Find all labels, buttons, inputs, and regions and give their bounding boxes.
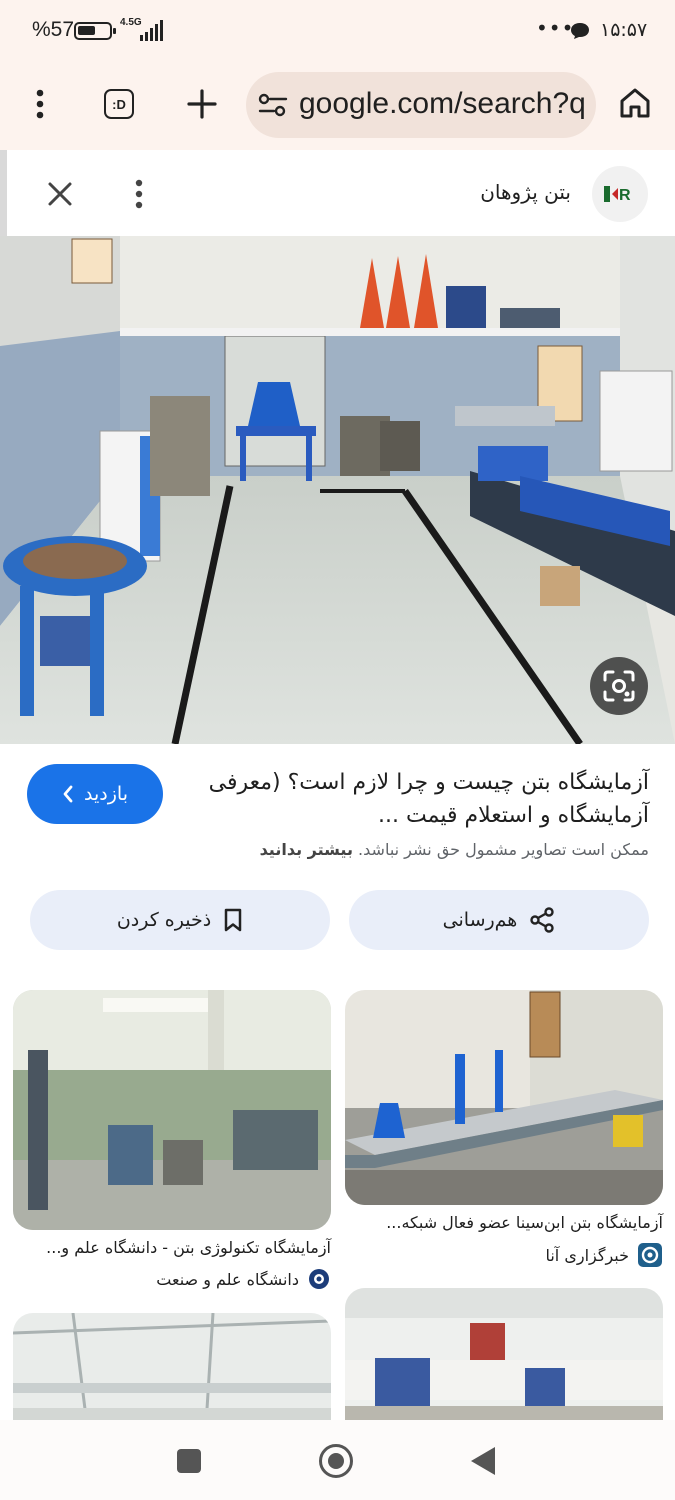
system-nav-bar: [0, 1420, 675, 1500]
chevron-left-icon: [63, 785, 73, 803]
clock: ۱۵:۵۷: [600, 19, 648, 41]
share-icon: [530, 907, 555, 933]
image-result-panel: بتن پژوهان R آزمایشگاه بتن چیست و چرا لا…: [0, 150, 675, 1420]
related-title[interactable]: آزمایشگاه بتن ابن‌سینا عضو فعال شبکه...: [386, 1213, 663, 1232]
battery-icon: [74, 22, 116, 40]
related-image[interactable]: [345, 990, 663, 1205]
home-nav-icon[interactable]: [319, 1444, 353, 1478]
panel-header: بتن پژوهان R: [0, 150, 675, 236]
related-image[interactable]: [13, 1313, 331, 1420]
share-label: هم‌رسانی: [442, 909, 518, 931]
copyright-text: ممکن است تصاویر مشمول حق نشر نباشد.: [358, 840, 649, 859]
panel-more-icon[interactable]: [128, 176, 150, 212]
visit-button[interactable]: بازدید: [27, 764, 163, 824]
network-type: 4.5G: [120, 17, 142, 28]
source-logo[interactable]: R: [592, 166, 648, 222]
visit-label: بازدید: [84, 783, 128, 805]
copyright-notice: ممکن است تصاویر مشمول حق نشر نباشد. بیشت…: [260, 840, 649, 859]
site-settings-icon[interactable]: [258, 92, 288, 118]
more-vert-icon[interactable]: [24, 86, 56, 122]
more-notifications-icon: •••: [536, 16, 575, 40]
back-icon[interactable]: [471, 1447, 495, 1475]
url-text[interactable]: google.com/search?q: [299, 87, 586, 121]
related-image[interactable]: [345, 1288, 663, 1420]
bookmark-icon: [224, 908, 242, 932]
new-tab-plus-icon[interactable]: [186, 88, 218, 120]
university-logo-icon: [309, 1269, 329, 1289]
signal-icon: [140, 20, 163, 41]
svg-text:R: R: [619, 187, 631, 204]
status-bar: %57 4.5G ••• ۱۵:۵۷: [0, 0, 675, 62]
chat-notification-icon: [571, 23, 589, 39]
related-image[interactable]: [13, 990, 331, 1230]
related-source[interactable]: دانشگاه علم و صنعت: [156, 1267, 331, 1291]
recents-icon[interactable]: [177, 1449, 201, 1473]
ana-logo-icon: [638, 1243, 662, 1267]
learn-more-link[interactable]: بیشتر بدانید: [260, 840, 353, 859]
related-title[interactable]: آزمایشگاه تکنولوژی بتن - دانشگاه علم و..…: [46, 1238, 331, 1257]
battery-percent: %57: [32, 18, 75, 41]
main-result-image[interactable]: [0, 236, 675, 744]
browser-toolbar: :D google.com/search?q: [0, 62, 675, 150]
tab-switcher-icon[interactable]: :D: [104, 89, 134, 119]
related-source[interactable]: خبرگزاری آنا: [545, 1242, 663, 1268]
close-icon[interactable]: [44, 178, 76, 210]
save-label: ذخیره کردن: [116, 909, 212, 931]
home-icon[interactable]: [618, 86, 652, 120]
related-source-name: خبرگزاری آنا: [545, 1245, 629, 1265]
related-source-name: دانشگاه علم و صنعت: [156, 1269, 299, 1289]
share-button[interactable]: هم‌رسانی: [349, 890, 649, 950]
source-name[interactable]: بتن پژوهان: [480, 180, 571, 204]
save-button[interactable]: ذخیره کردن: [30, 890, 330, 950]
lens-search-icon[interactable]: [590, 657, 648, 715]
address-bar[interactable]: google.com/search?q: [246, 72, 596, 138]
result-title[interactable]: آزمایشگاه بتن چیست و چرا لازم است؟ (معرف…: [189, 766, 649, 832]
